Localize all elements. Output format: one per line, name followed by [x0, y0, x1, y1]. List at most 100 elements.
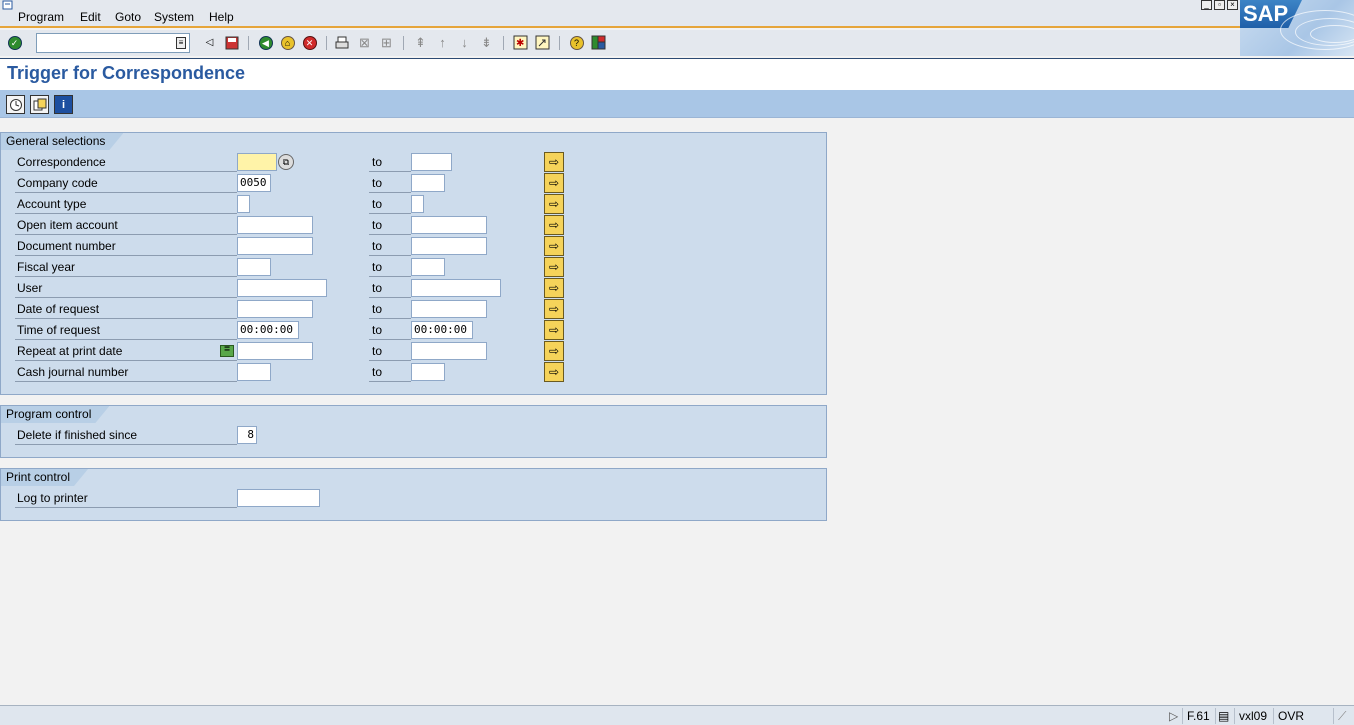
first-page-icon[interactable]: ⇞	[412, 34, 429, 51]
cash-journal-number-to-input[interactable]	[411, 363, 445, 381]
user-from-input[interactable]	[237, 279, 327, 297]
status-mode[interactable]: OVR	[1273, 708, 1308, 724]
selection-option-equals-icon[interactable]: =	[220, 345, 234, 357]
document-number-to-input[interactable]	[411, 237, 487, 255]
open-item-account-from-input[interactable]	[237, 216, 313, 234]
print-icon[interactable]	[333, 34, 350, 51]
program-documentation-icon[interactable]: i	[54, 95, 73, 114]
program-control-group: Program control Delete if finished since…	[0, 405, 827, 458]
status-server: vxl09	[1234, 708, 1271, 724]
help-icon[interactable]: ?	[568, 34, 585, 51]
application-toolbar: i	[0, 90, 1354, 118]
window-controls: _ ▫ ×	[1201, 0, 1238, 10]
general-selections-title: General selections	[1, 133, 123, 150]
multiple-selection-icon[interactable]: ⇨	[544, 299, 564, 319]
resize-grip-icon[interactable]: ⟋	[1333, 708, 1354, 724]
fiscal-year-from-input[interactable]	[237, 258, 271, 276]
date-of-request-to-input[interactable]	[411, 300, 487, 318]
menu-help[interactable]: Help	[209, 10, 234, 24]
status-expand-icon[interactable]: ▷	[1165, 708, 1182, 724]
time-of-request-from-input[interactable]: 00:00:00	[237, 321, 299, 339]
multiple-selection-icon[interactable]: ⇨	[544, 341, 564, 361]
shortcut-icon[interactable]	[534, 34, 551, 51]
time-of-request-to-input[interactable]: 00:00:00	[411, 321, 473, 339]
multiple-selection-icon[interactable]: ⇨	[544, 257, 564, 277]
next-page-icon[interactable]: ↓	[456, 34, 473, 51]
to-label: to	[369, 176, 411, 193]
correspondence-from-input[interactable]	[237, 153, 277, 171]
status-transaction: F.61	[1182, 708, 1214, 724]
title-bar: Trigger for Correspondence	[0, 58, 1354, 90]
sap-logo: SAP	[1240, 0, 1354, 56]
restore-icon[interactable]: ▫	[1214, 0, 1225, 10]
execute-icon[interactable]	[6, 95, 25, 114]
close-icon[interactable]: ×	[1227, 0, 1238, 10]
save-icon[interactable]	[223, 34, 240, 51]
program-control-title: Program control	[1, 406, 109, 423]
system-menu-icon[interactable]	[2, 0, 14, 10]
command-history-icon[interactable]: ≡	[176, 37, 186, 49]
cancel-icon[interactable]: ✕	[301, 34, 318, 51]
enter-icon[interactable]: ✓	[6, 34, 23, 51]
exit-icon[interactable]: ⌂	[279, 34, 296, 51]
selection-row-company-code: Company code 0050 to ⇨	[1, 173, 821, 194]
to-label: to	[369, 302, 411, 319]
menu-system[interactable]: System	[154, 10, 194, 24]
status-system-info-icon[interactable]: ▤	[1215, 708, 1231, 724]
user-to-input[interactable]	[411, 279, 501, 297]
to-label: to	[369, 218, 411, 235]
selection-row-fiscal-year: Fiscal year to ⇨	[1, 257, 821, 278]
menu-program[interactable]: Program	[18, 10, 64, 24]
command-field[interactable]: ≡	[36, 33, 190, 53]
multiple-selection-icon[interactable]: ⇨	[544, 194, 564, 214]
selection-row-date-of-request: Date of request to ⇨	[1, 299, 821, 320]
company-code-to-input[interactable]	[411, 174, 445, 192]
multiple-selection-icon[interactable]: ⇨	[544, 320, 564, 340]
fiscal-year-to-input[interactable]	[411, 258, 445, 276]
open-item-account-to-input[interactable]	[411, 216, 487, 234]
selection-row-open-item-account: Open item account to ⇨	[1, 215, 821, 236]
back-icon[interactable]: ◁	[201, 34, 218, 51]
multiple-selection-icon[interactable]: ⇨	[544, 215, 564, 235]
find-icon[interactable]: ⊠	[356, 34, 373, 51]
selection-row-time-of-request: Time of request 00:00:00 to 00:00:00 ⇨	[1, 320, 821, 341]
date-of-request-from-input[interactable]	[237, 300, 313, 318]
document-number-from-input[interactable]	[237, 237, 313, 255]
multiple-selection-icon[interactable]: ⇨	[544, 236, 564, 256]
to-label: to	[369, 155, 411, 172]
multiple-selection-icon[interactable]: ⇨	[544, 152, 564, 172]
minimize-icon[interactable]: _	[1201, 0, 1212, 10]
cash-journal-number-from-input[interactable]	[237, 363, 271, 381]
print-control-row: Log to printer	[1, 488, 821, 509]
layout-menu-icon[interactable]	[590, 34, 607, 51]
print-control-title: Print control	[1, 469, 88, 486]
log-to-printer-input[interactable]	[237, 489, 320, 507]
selection-row-user: User to ⇨	[1, 278, 821, 299]
company-code-from-input[interactable]: 0050	[237, 174, 271, 192]
menu-goto[interactable]: Goto	[115, 10, 141, 24]
last-page-icon[interactable]: ⇟	[478, 34, 495, 51]
selection-row-document-number: Document number to ⇨	[1, 236, 821, 257]
to-label: to	[369, 260, 411, 277]
correspondence-label: Correspondence	[15, 155, 237, 172]
back-nav-icon[interactable]: ◀	[257, 34, 274, 51]
multiple-selection-icon[interactable]: ⇨	[544, 362, 564, 382]
multiple-selection-icon[interactable]: ⇨	[544, 278, 564, 298]
delete-if-finished-since-input[interactable]: 8	[237, 426, 257, 444]
to-label: to	[369, 281, 411, 298]
find-next-icon[interactable]: ⊞	[378, 34, 395, 51]
repeat-at-print-date-from-input[interactable]	[237, 342, 313, 360]
previous-page-icon[interactable]: ↑	[434, 34, 451, 51]
create-session-icon[interactable]: ✱	[512, 34, 529, 51]
menu-edit[interactable]: Edit	[80, 10, 101, 24]
get-variant-icon[interactable]	[30, 95, 49, 114]
multiple-selection-icon[interactable]: ⇨	[544, 173, 564, 193]
value-help-icon[interactable]: ⧉	[278, 154, 294, 170]
menu-bar: Program Edit Goto System Help _ ▫ ×	[0, 0, 1354, 28]
account-type-to-input[interactable]	[411, 195, 424, 213]
account-type-label: Account type	[15, 197, 237, 214]
correspondence-to-input[interactable]	[411, 153, 452, 171]
account-type-from-input[interactable]	[237, 195, 250, 213]
to-label: to	[369, 323, 411, 340]
repeat-at-print-date-to-input[interactable]	[411, 342, 487, 360]
